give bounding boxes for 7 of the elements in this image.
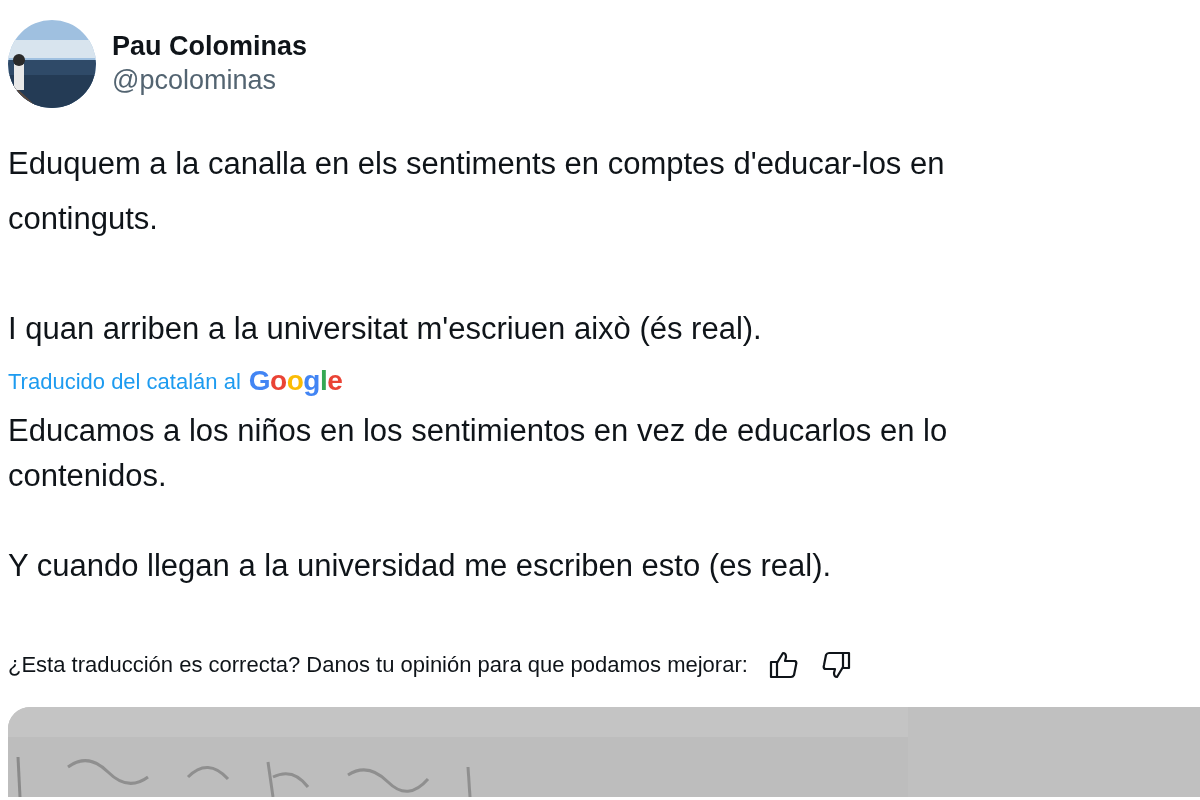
google-logo: Google	[248, 364, 343, 398]
translated-text: Educamos a los niños en los sentimientos en vez de educarlos en lo contenidos. Y cuando llegan a la universidad me escriben esto (es real).	[8, 412, 949, 585]
author-name: Pau Colominas	[112, 30, 308, 63]
author-handle[interactable]: @pcolominas	[112, 62, 308, 98]
feedback-prompt: ¿Esta traducción es correcta? Danos tu opinión para que podamos mejorar:	[8, 651, 748, 679]
tweet-text: Eduquem a la canalla en els sentiments en comptes d'educar-los en continguts. I quan arriben a la universitat m'escriuen això (és real).	[8, 145, 946, 348]
translation-label: Traducido del catalán al	[8, 367, 241, 396]
